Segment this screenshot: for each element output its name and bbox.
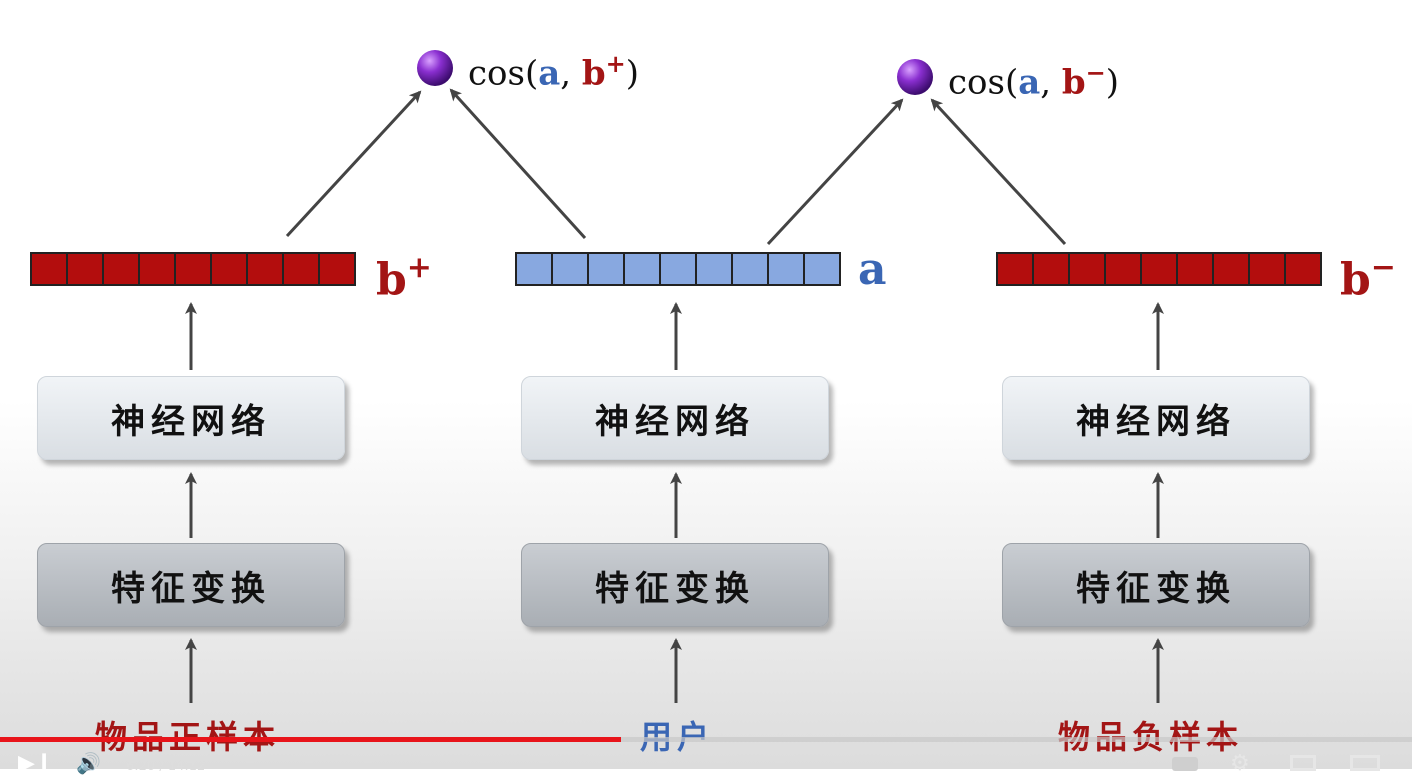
neural-network-box-positive: 神经网络 [37,376,345,460]
next-icon[interactable]: ▶❙ [18,751,53,776]
similarity-node-negative [897,59,933,95]
arrow-a-to-cos-negative [766,98,904,246]
progress-bar-played [0,737,622,742]
vector-b-positive [30,252,356,286]
arrow-a-to-cos-positive [449,88,587,240]
feature-transform-box-positive: 特征变换 [37,543,345,627]
arrow-bplus-to-cos-positive [285,90,422,238]
cos-negative-label: cos(a, b−) [948,58,1120,103]
vector-a-user [515,252,841,286]
neural-network-box-negative: 神经网络 [1002,376,1310,460]
similarity-node-positive [417,50,453,86]
gear-icon[interactable]: ⚙ [1230,751,1250,776]
vector-b-negative-label: b− [1340,250,1396,306]
video-controls: ▶❙ 🔊 6:20 / 14:12 ⚙ [0,733,1412,776]
volume-icon[interactable]: 🔊 [76,751,101,775]
cos-positive-label: cos(a, b+) [468,49,640,94]
feature-transform-box-negative: 特征变换 [1002,543,1310,627]
arrow-bminus-to-cos-negative [930,98,1067,246]
vector-a-label: a [858,244,887,295]
neural-network-box-user: 神经网络 [521,376,829,460]
time-display: 6:20 / 14:12 [126,759,206,774]
feature-transform-box-user: 特征变换 [521,543,829,627]
progress-bar[interactable] [0,737,1412,742]
vector-b-negative [996,252,1322,286]
vector-b-positive-label: b+ [376,250,432,306]
